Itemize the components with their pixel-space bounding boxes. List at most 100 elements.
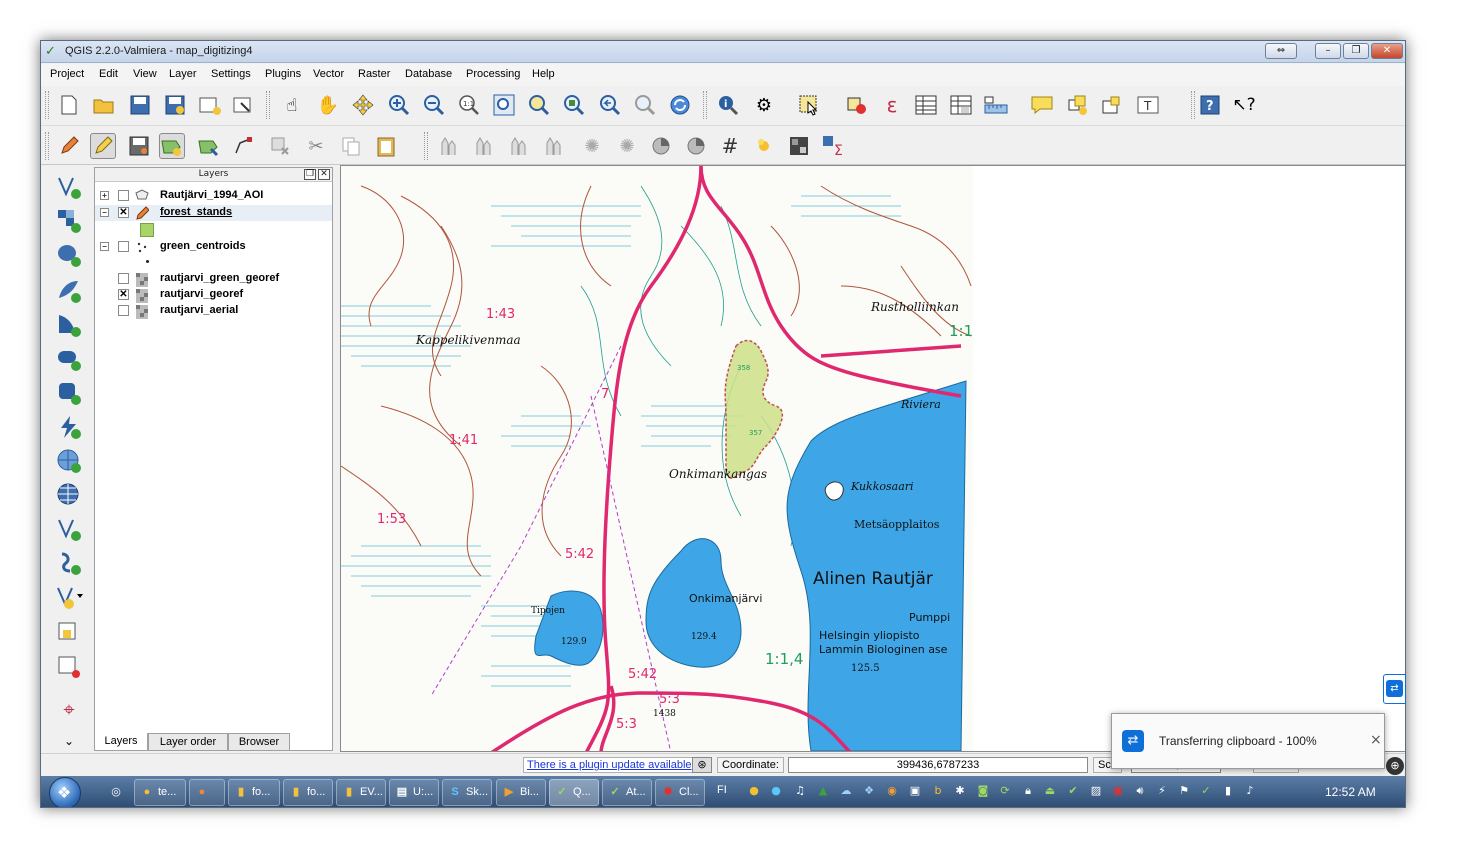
add-grid-icon[interactable]: ⌖ — [55, 695, 83, 723]
attribute-table-icon[interactable] — [913, 92, 939, 118]
new-spatialite-icon[interactable] — [55, 583, 83, 611]
taskbar-button-chrome[interactable]: ● te... — [134, 779, 186, 806]
zoom-last-icon[interactable] — [597, 92, 623, 118]
grid-icon[interactable]: # — [717, 133, 743, 159]
tab-layer-order[interactable]: Layer order — [148, 733, 228, 751]
add-postgis-layer-icon[interactable] — [55, 241, 83, 269]
pin-diagram-icon[interactable] — [683, 133, 709, 159]
expression-select-icon[interactable]: ε — [879, 92, 905, 118]
minimize-button[interactable]: – — [1315, 43, 1341, 59]
menu-vector[interactable]: Vector — [313, 68, 344, 80]
nvidia-icon[interactable]: ◙ — [976, 784, 990, 798]
add-spatialite-layer-icon[interactable] — [55, 277, 83, 305]
taskbar-button-qgis[interactable]: ✓ Q... — [549, 779, 599, 806]
maximize-button[interactable]: ❐ — [1343, 43, 1369, 59]
paste-features-icon[interactable] — [373, 133, 399, 159]
network-icon[interactable]: ▮ — [1221, 784, 1235, 798]
layer-item[interactable]: − green_centroids — [95, 239, 332, 255]
text-annotation-icon[interactable]: T — [1135, 92, 1161, 118]
menu-plugins[interactable]: Plugins — [265, 68, 301, 80]
layer-item[interactable]: ✕ rautjarvi_georef — [95, 287, 332, 303]
taskbar-button-folder[interactable]: ▮ fo... — [283, 779, 333, 806]
whats-this-icon[interactable]: ↖? — [1231, 92, 1257, 118]
menu-view[interactable]: View — [133, 68, 157, 80]
layer-visibility-checkbox[interactable] — [118, 305, 129, 316]
open-project-icon[interactable] — [91, 92, 117, 118]
b-app-icon[interactable]: b — [931, 784, 945, 798]
save-edits-icon[interactable] — [126, 133, 152, 159]
delete-selected-icon[interactable] — [267, 133, 293, 159]
checkmark-icon[interactable]: ✔ — [1066, 784, 1080, 798]
notification-close-button[interactable]: × — [1370, 732, 1382, 748]
add-delimited-text-icon[interactable] — [55, 481, 83, 509]
layer-item[interactable]: rautjarvi_green_georef — [95, 271, 332, 287]
security-icon[interactable]: ✓ — [1199, 784, 1213, 798]
zoom-to-layer-icon[interactable] — [561, 92, 587, 118]
toolbar-grip[interactable] — [45, 132, 49, 160]
map-tips-icon[interactable] — [1029, 92, 1055, 118]
label-pin-icon[interactable] — [436, 133, 462, 159]
menu-project[interactable]: Project — [50, 68, 84, 80]
layer-visibility-checkbox[interactable]: ✕ — [118, 207, 129, 218]
show-hide-labels-icon[interactable]: ✺ — [614, 133, 640, 159]
layer-visibility-checkbox[interactable] — [118, 190, 129, 201]
zoom-actual-size-icon[interactable]: 1:1 — [456, 92, 482, 118]
menu-raster[interactable]: Raster — [358, 68, 390, 80]
add-feature-icon[interactable] — [159, 133, 185, 159]
restore-down-button[interactable]: ⇔ — [1265, 43, 1297, 59]
add-oracle-layer-icon[interactable] — [55, 345, 83, 373]
bluetooth-icon[interactable]: ✱ — [953, 784, 967, 798]
menu-layer[interactable]: Layer — [169, 68, 197, 80]
deselect-all-icon[interactable] — [844, 92, 870, 118]
taskbar-button-skype[interactable]: S Sk... — [442, 779, 492, 806]
taskbar-button-firefox[interactable]: ● — [189, 779, 225, 806]
sum-statistics-icon[interactable]: Σ — [821, 133, 847, 159]
pan-to-selected-icon[interactable] — [350, 92, 376, 118]
flag-icon[interactable]: ⚑ — [1177, 784, 1191, 798]
expand-toggle[interactable]: − — [100, 208, 109, 217]
sync-icon[interactable]: ◉ — [885, 784, 899, 798]
tab-browser[interactable]: Browser — [228, 733, 290, 751]
save-project-icon[interactable] — [127, 92, 153, 118]
document-icon[interactable]: ▣ — [908, 784, 922, 798]
taskbar-button-folder[interactable]: ▮ EV... — [336, 779, 386, 806]
chart-icon[interactable]: ▨ — [1089, 784, 1103, 798]
new-shapefile-icon[interactable] — [55, 549, 83, 577]
label-change-icon[interactable]: ✺ — [579, 133, 605, 159]
map-canvas[interactable]: Kappelikivenmaa Rustholliinkan Riviera O… — [340, 165, 1405, 752]
taskbar-button-video[interactable]: ▶ Bi... — [496, 779, 546, 806]
tab-layers[interactable]: Layers — [94, 733, 148, 751]
help-contents-icon[interactable]: ? — [1197, 92, 1223, 118]
taskbar-button-qgis[interactable]: ✓ At... — [602, 779, 652, 806]
add-wcs-layer-icon[interactable] — [55, 413, 83, 441]
zoom-out-icon[interactable] — [421, 92, 447, 118]
layer-item[interactable]: rautjarvi_aerial — [95, 303, 332, 319]
update-icon[interactable]: ⟳ — [998, 784, 1012, 798]
taskbar-clock[interactable]: 12:52 AM — [1325, 785, 1376, 799]
save-as-icon[interactable] — [162, 92, 188, 118]
plugin-update-link[interactable]: There is a plugin update available — [523, 757, 696, 773]
add-wfs-layer-icon[interactable] — [55, 447, 83, 475]
monitor-warning-icon[interactable]: ▣ — [1111, 784, 1125, 798]
new-print-composer-icon[interactable] — [197, 92, 223, 118]
zoom-in-icon[interactable] — [386, 92, 412, 118]
add-mssql-layer-icon[interactable] — [55, 311, 83, 339]
google-drive-icon[interactable]: ▲ — [816, 784, 830, 798]
speaker-icon[interactable]: 🔊︎ — [1133, 784, 1147, 798]
cut-features-icon[interactable]: ✂ — [303, 133, 329, 159]
node-tool-icon[interactable] — [231, 133, 257, 159]
measure-line-icon[interactable] — [983, 92, 1009, 118]
composer-manager-icon[interactable] — [231, 92, 257, 118]
notification-bell-icon[interactable]: ♫ — [793, 784, 807, 798]
language-indicator[interactable]: FI — [717, 784, 727, 796]
toggle-editing-icon[interactable] — [90, 133, 116, 159]
lock-icon[interactable]: 🔒︎ — [1021, 784, 1035, 798]
menu-database[interactable]: Database — [405, 68, 452, 80]
expand-toggle[interactable]: − — [100, 242, 109, 251]
label-rotate-icon[interactable] — [541, 133, 567, 159]
taskbar-button-folder[interactable]: ▮ fo... — [228, 779, 280, 806]
move-diagram-icon[interactable] — [648, 133, 674, 159]
toolbar-grip[interactable] — [1191, 91, 1195, 119]
new-bookmark-icon[interactable] — [1065, 92, 1091, 118]
close-button[interactable]: ✕ — [1371, 43, 1403, 59]
